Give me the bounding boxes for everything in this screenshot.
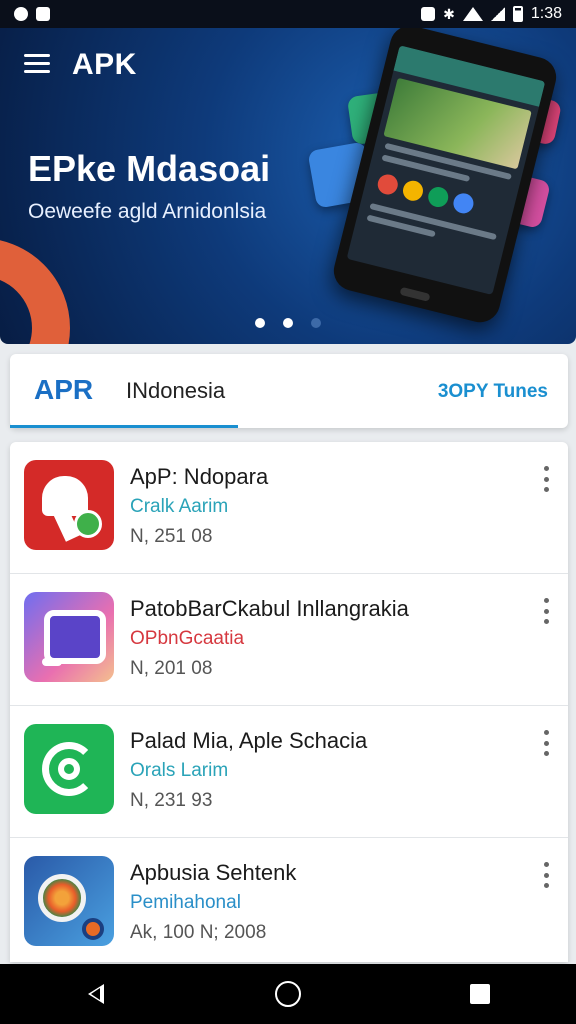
list-item[interactable]: ApP: Ndoparа Cralk Aarim N, 251 08 [10,442,568,574]
tab-right-action[interactable]: 3OPY Tunes [438,381,548,403]
app-notification-icon [36,7,50,21]
app-subtitle: OPbnGcaatia [130,628,245,649]
more-options-icon[interactable] [538,730,554,756]
more-options-icon[interactable] [538,862,554,888]
vibrate-icon [421,7,436,21]
list-item[interactable]: Palad Mia, Aple Schacia Orals Larim N, 2… [10,706,568,838]
bluetooth-icon: ✱ [443,5,455,22]
notification-icon [14,7,28,21]
app-meta: N, 251 08 [130,526,213,547]
decorative-arc [0,238,70,344]
blue-lens-icon [24,856,114,946]
wifi-icon [462,7,483,21]
app-meta: N, 201 08 [130,658,213,679]
carousel-dot[interactable] [311,318,321,328]
app-list: ApP: Ndoparа Cralk Aarim N, 251 08 Patob… [10,442,568,962]
recents-icon [470,984,490,1004]
carousel-dot[interactable] [255,318,265,328]
category-tabs: APR INdonesia 3OPY Tunes [10,354,568,428]
home-icon [275,981,301,1007]
app-meta: N, 231 93 [130,790,213,811]
status-time: 1:38 [530,5,562,22]
recents-button[interactable] [460,974,500,1014]
app-meta: Ak, 100 N; 2008 [130,922,267,943]
carousel-indicator [255,318,321,328]
app-name: ApP: Ndoparа [130,464,269,489]
back-icon [88,984,104,1004]
hero-title: EPke Mdasoai [28,148,271,189]
system-nav-bar [0,964,576,1024]
hero-banner[interactable]: APK EPke Mdasoai Oeweefe agld Arnidonlsi… [0,28,576,344]
signal-icon [490,7,505,21]
app-subtitle: Cralk Aarim [130,496,229,517]
active-tab-indicator [10,425,238,428]
app-title: APK [72,48,137,81]
status-left-icons [14,7,50,21]
list-item[interactable]: Apbusia Sehtenk Pemihahonal Ak, 100 N; 2… [10,838,568,962]
home-button[interactable] [268,974,308,1014]
status-right-icons: ✱ 1:38 [421,5,562,23]
purple-screen-icon [24,592,114,682]
battery-icon [512,6,523,22]
app-name: PatobBarCkabul Inllangrakia [130,596,409,621]
status-bar: ✱ 1:38 [0,0,576,28]
carousel-dot-active[interactable] [283,318,293,328]
hamburger-menu-icon[interactable] [24,54,50,74]
red-cloud-shield-icon [24,460,114,550]
phone-screen [346,45,546,295]
tab-brand[interactable]: APR [34,374,93,406]
tab-location[interactable]: INdonesia [126,378,225,404]
more-options-icon[interactable] [538,466,554,492]
back-button[interactable] [76,974,116,1014]
app-name: Apbusia Sehtenk [130,860,297,885]
phone-illustration [329,28,561,327]
more-options-icon[interactable] [538,598,554,624]
hero-subtitle: Oeweefe agld Arnidonlsia [28,200,267,223]
green-rings-icon [24,724,114,814]
app-name: Palad Mia, Aple Schacia [130,728,368,753]
app-subtitle: Pemihahonal [130,892,241,913]
app-subtitle: Orals Larim [130,760,229,781]
list-item[interactable]: PatobBarCkabul Inllangrakia OPbnGcaatia … [10,574,568,706]
